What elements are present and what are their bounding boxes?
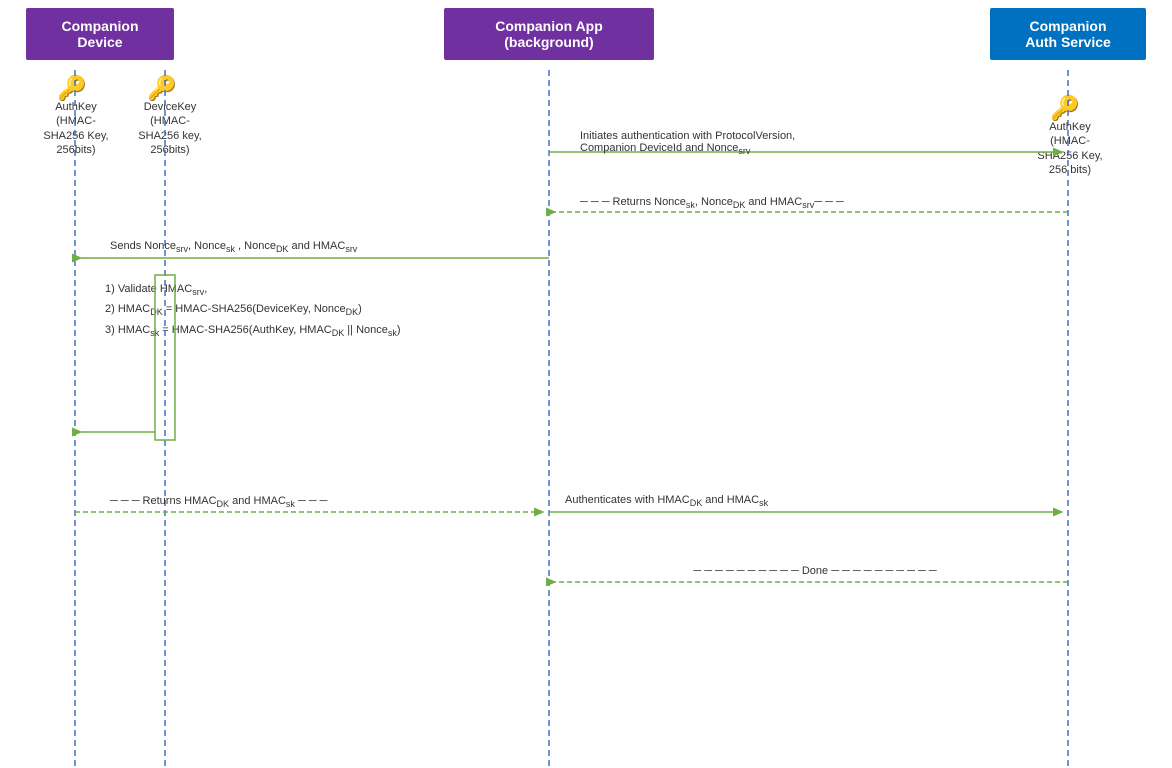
computation-box: 1) Validate HMACsrv, 2) HMACDK = HMAC-SH… bbox=[105, 280, 525, 341]
authkey-device-icon: 🔑 bbox=[57, 74, 87, 103]
devicekey-label: DeviceKey(HMAC-SHA256 key,256bits) bbox=[130, 100, 210, 157]
actor-companion-auth-label: CompanionAuth Service bbox=[1025, 18, 1111, 50]
sequence-diagram: Companion Device Companion App(backgroun… bbox=[0, 0, 1172, 768]
computation-line2: 2) HMACDK = HMAC-SHA256(DeviceKey, Nonce… bbox=[105, 300, 525, 320]
actor-companion-device-label: Companion Device bbox=[62, 18, 139, 50]
msg6-label: Authenticates with HMACDK and HMACsk bbox=[565, 494, 1015, 508]
msg3-label: Sends Noncesrv, Noncesk , NonceDK and HM… bbox=[110, 240, 540, 254]
devicekey-icon: 🔑 bbox=[147, 74, 177, 103]
actor-companion-app-label: Companion App(background) bbox=[495, 18, 603, 50]
authkey-device-label: AuthKey(HMAC-SHA256 Key,256bits) bbox=[36, 100, 116, 157]
msg2-label: ─ ─ ─ Returns Noncesk, NonceDK and HMACs… bbox=[580, 196, 1020, 210]
actor-companion-app: Companion App(background) bbox=[444, 8, 654, 60]
authkey-auth-icon: 🔑 bbox=[1050, 94, 1080, 123]
computation-line3: 3) HMACsk = HMAC-SHA256(AuthKey, HMACDK … bbox=[105, 321, 525, 341]
msg7-label: ─ ─ ─ ─ ─ ─ ─ ─ ─ ─ Done ─ ─ ─ ─ ─ ─ ─ ─… bbox=[600, 565, 1030, 577]
computation-line1: 1) Validate HMACsrv, bbox=[105, 280, 525, 300]
authkey-auth-label: AuthKey(HMAC-SHA256 Key,256 bits) bbox=[1028, 120, 1112, 177]
actor-companion-auth: CompanionAuth Service bbox=[990, 8, 1146, 60]
actor-companion-device: Companion Device bbox=[26, 8, 174, 60]
msg1-label: Initiates authentication with ProtocolVe… bbox=[580, 130, 1020, 156]
msg5-label: ─ ─ ─ Returns HMACDK and HMACsk ─ ─ ─ bbox=[110, 495, 530, 509]
